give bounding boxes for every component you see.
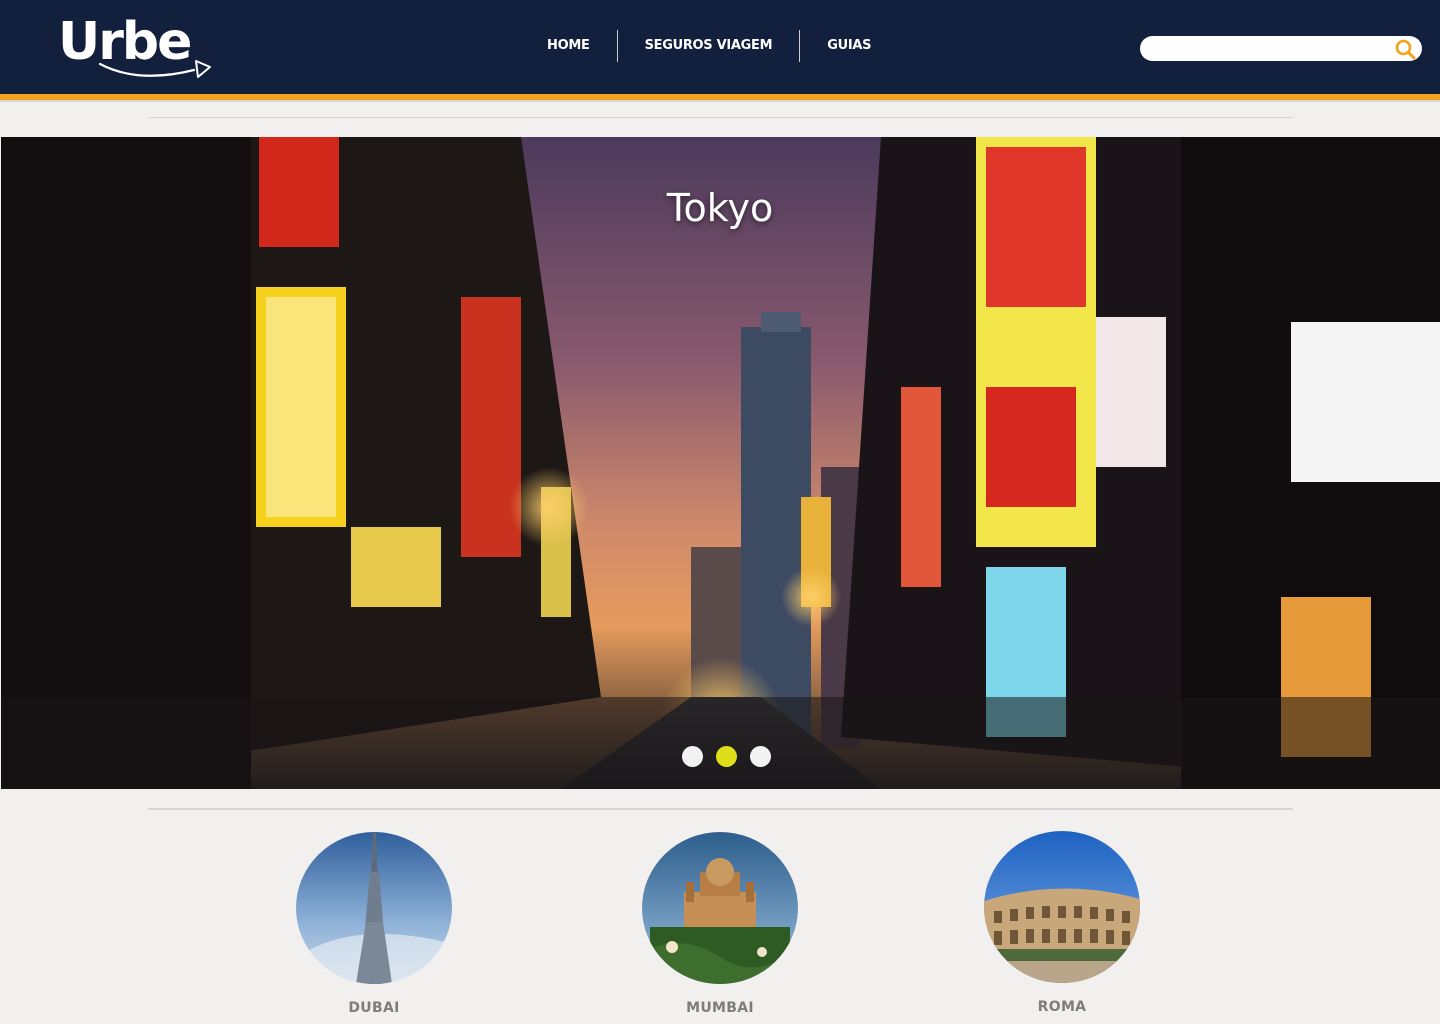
destination-card-roma[interactable]: ROMA — [983, 831, 1141, 1015]
hero-image-tokyo-street — [1, 137, 1440, 789]
swoosh-arrow-icon — [98, 60, 211, 78]
destination-card-dubai[interactable]: DUBAI — [295, 832, 453, 1016]
destination-card-mumbai[interactable]: MUMBAI — [641, 832, 799, 1016]
nav-home[interactable]: HOME — [520, 30, 617, 62]
brand-logo[interactable]: Urbe — [58, 10, 218, 82]
slide-dot-3[interactable] — [750, 746, 771, 767]
section-divider — [148, 808, 1293, 810]
slide-dot-1[interactable] — [682, 746, 703, 767]
site-header: Urbe HOME SEGUROS VIAGEM GUIAS — [0, 0, 1440, 95]
search-icon[interactable] — [1394, 38, 1416, 60]
slider-pagination — [682, 746, 771, 767]
slide-dot-2-active[interactable] — [716, 746, 737, 767]
mumbai-image — [642, 832, 798, 984]
roma-image — [984, 831, 1140, 983]
header-stripe-shadow — [0, 100, 1440, 102]
destination-label: DUBAI — [348, 1000, 400, 1016]
destination-label: MUMBAI — [686, 1000, 754, 1016]
hero-title: Tokyo — [666, 186, 774, 230]
search-input[interactable] — [1152, 39, 1388, 58]
hero-slider[interactable]: Tokyo — [1, 137, 1440, 789]
destination-label: ROMA — [1037, 999, 1087, 1015]
nav-seguros-viagem[interactable]: SEGUROS VIAGEM — [618, 30, 800, 62]
main-nav: HOME SEGUROS VIAGEM GUIAS — [520, 30, 898, 62]
dubai-image — [296, 832, 452, 984]
nav-guias[interactable]: GUIAS — [800, 30, 898, 62]
search-bar — [1140, 36, 1422, 61]
section-divider — [148, 117, 1293, 118]
